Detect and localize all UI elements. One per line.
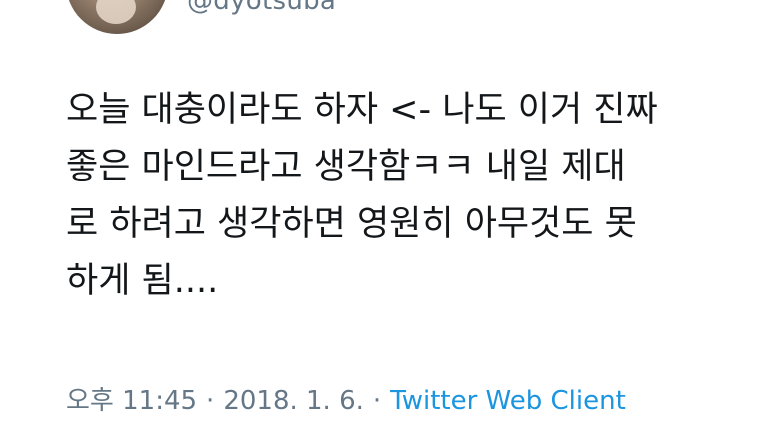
tweet-text-line: 하게 됨.... (66, 261, 219, 301)
tweet-date[interactable]: 2018. 1. 6. (223, 386, 364, 416)
tweet-text: 오늘 대충이라도 하자 <- 나도 이거 진짜 좋은 마인드라고 생각함ㅋㅋ 내… (66, 82, 746, 310)
tweet-text-line: 오늘 대충이라도 하자 <- 나도 이거 진짜 (66, 90, 658, 130)
tweet: @dyotsuba 오늘 대충이라도 하자 <- 나도 이거 진짜 좋은 마인드… (0, 0, 777, 437)
separator: · (372, 386, 382, 416)
tweet-text-line: 로 하려고 생각하면 영원히 아무것도 못 (66, 204, 637, 244)
avatar-photo (96, 0, 136, 24)
separator: · (206, 386, 215, 416)
tweet-metadata: 오후 11:45 · 2018. 1. 6. · Twitter Web Client (66, 380, 626, 417)
tweet-text-line: 좋은 마인드라고 생각함ㅋㅋ 내일 제대 (66, 147, 626, 187)
tweet-source-link[interactable]: Twitter Web Client (390, 386, 626, 416)
tweet-time[interactable]: 오후 11:45 (66, 386, 197, 416)
avatar[interactable] (66, 0, 168, 34)
user-handle[interactable]: @dyotsuba (187, 0, 336, 16)
